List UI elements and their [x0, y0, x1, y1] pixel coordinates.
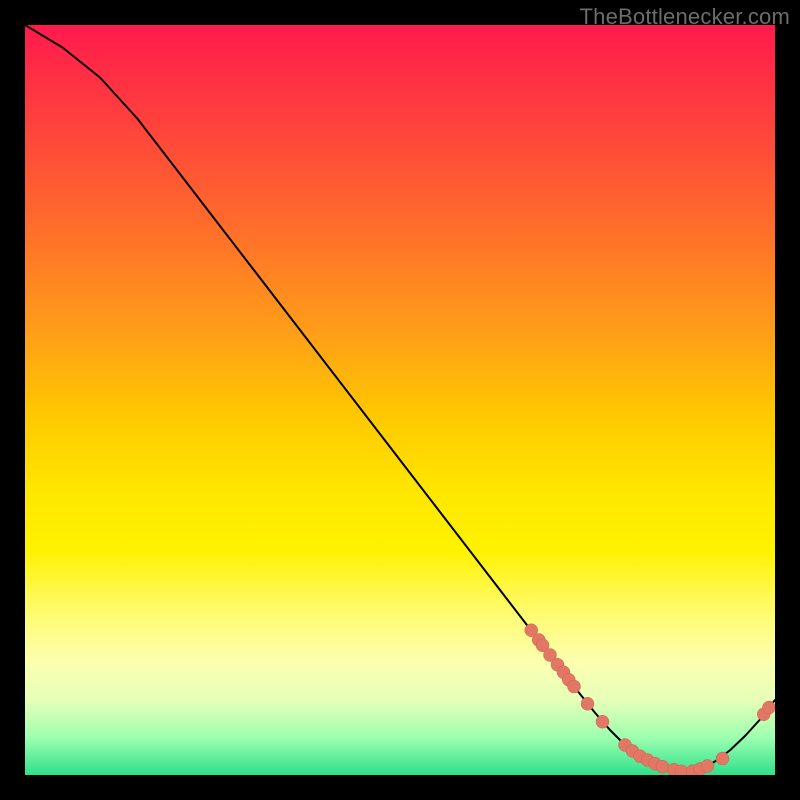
data-point: [581, 697, 594, 710]
data-point: [568, 680, 581, 693]
chart-svg: [25, 25, 775, 775]
data-point: [675, 765, 688, 775]
data-point: [763, 701, 776, 714]
data-point: [716, 752, 729, 765]
chart-container: TheBottlenecker.com: [0, 0, 800, 800]
data-point: [701, 760, 714, 773]
bottleneck-line: [25, 25, 775, 771]
data-point: [596, 715, 609, 728]
chart-plot-area: [25, 25, 775, 775]
curve-group: [25, 25, 775, 771]
watermark-text: TheBottlenecker.com: [580, 4, 790, 29]
watermark: TheBottlenecker.com: [580, 4, 790, 30]
data-point: [656, 760, 669, 773]
points-group: [525, 624, 775, 775]
